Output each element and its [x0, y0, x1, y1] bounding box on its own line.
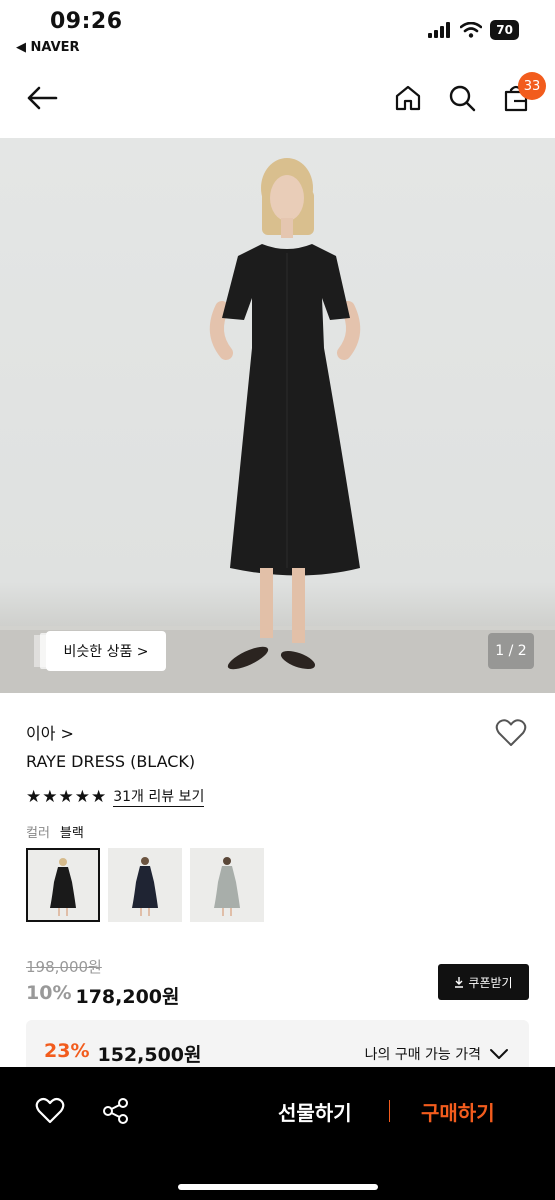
coupon-button[interactable]: 쿠폰받기	[438, 964, 529, 1000]
home-indicator[interactable]	[178, 1184, 378, 1190]
top-navigation: 33	[0, 64, 555, 138]
reviews-link[interactable]: 31개 리뷰 보기	[113, 786, 205, 807]
color-swatch-black[interactable]	[26, 848, 100, 922]
bottom-action-bar: 선물하기 구매하기	[0, 1067, 555, 1200]
product-name: RAYE DRESS (BLACK)	[26, 752, 196, 771]
home-icon	[395, 85, 421, 111]
status-bar: 09:26 ◀ NAVER 70	[0, 0, 555, 64]
sale-price-row: 10% 178,200원	[26, 982, 180, 1009]
best-price-toggle[interactable]: 나의 구매 가능 가격	[365, 1044, 509, 1064]
arrow-left-icon	[27, 86, 58, 110]
signal-icon	[428, 22, 451, 38]
download-icon	[455, 977, 464, 988]
battery-indicator: 70	[490, 20, 519, 40]
swatch-thumbnail	[214, 857, 240, 916]
clock: 09:26	[50, 9, 123, 34]
heart-icon	[495, 719, 527, 746]
wifi-icon	[460, 22, 483, 38]
best-price-row: 23% 152,500원	[44, 1040, 202, 1067]
wishlist-button[interactable]	[495, 718, 527, 752]
swatch-thumbnail	[132, 857, 158, 916]
best-price-label: 나의 구매 가능 가격	[364, 1047, 481, 1063]
color-swatch-grey[interactable]	[190, 848, 264, 922]
product-image-gallery[interactable]: 비슷한 상품 > 1 / 2	[0, 138, 555, 693]
gift-button[interactable]: 선물하기	[278, 1097, 352, 1126]
cart-count-badge: 33	[518, 72, 546, 100]
bottom-wishlist-button[interactable]	[35, 1097, 65, 1129]
similar-products-button[interactable]: 비슷한 상품 >	[46, 631, 166, 671]
swatch-thumbnail	[50, 858, 76, 916]
buy-button[interactable]: 구매하기	[421, 1097, 495, 1126]
back-button[interactable]	[22, 78, 62, 118]
color-row: 컬러 블랙	[26, 822, 84, 841]
discount-rate: 10%	[26, 982, 72, 1004]
original-price: 198,000원	[26, 958, 102, 976]
star-rating: ★★★★★	[26, 786, 108, 807]
brand-link[interactable]: 이아 >	[26, 720, 74, 744]
color-value: 블랙	[59, 826, 84, 841]
search-icon	[449, 85, 476, 112]
share-icon	[103, 1098, 128, 1124]
color-swatches	[26, 848, 264, 922]
status-icons: 70	[428, 20, 519, 40]
sale-price: 178,200원	[75, 986, 180, 1008]
cart-button[interactable]: 33	[496, 72, 546, 118]
rating-row: ★★★★★ 31개 리뷰 보기	[26, 786, 205, 807]
action-divider	[389, 1100, 390, 1122]
color-swatch-navy[interactable]	[108, 848, 182, 922]
product-photo	[0, 158, 555, 693]
back-to-app-link[interactable]: ◀ NAVER	[16, 40, 80, 55]
best-discount-rate: 23%	[44, 1040, 90, 1062]
search-button[interactable]	[442, 78, 482, 118]
home-button[interactable]	[388, 78, 428, 118]
chevron-down-icon	[490, 1049, 508, 1059]
share-button[interactable]	[102, 1097, 130, 1129]
coupon-label: 쿠폰받기	[468, 975, 513, 990]
best-price: 152,500원	[97, 1044, 202, 1066]
image-counter: 1 / 2	[488, 633, 534, 669]
heart-icon	[35, 1097, 65, 1124]
color-label: 컬러	[26, 826, 50, 841]
